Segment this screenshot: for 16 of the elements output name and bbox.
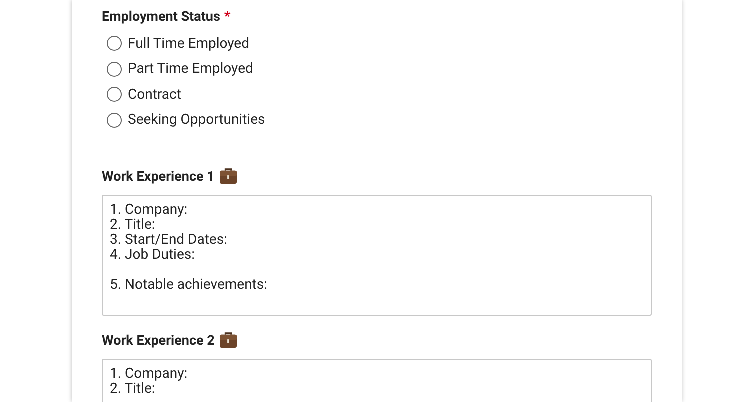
radio-button[interactable]: [107, 87, 122, 102]
briefcase-icon: [218, 168, 238, 185]
field-label: Work Experience 1: [102, 168, 215, 184]
radio-button[interactable]: [107, 62, 122, 76]
briefcase-icon: [218, 332, 238, 349]
radio-button[interactable]: [107, 112, 122, 128]
field-label: Employment Status: [102, 9, 220, 25]
answer-box[interactable]: 1. Company: 2. Title: 3. Start/End Dates: 4. Job Duties: 5. Notable achievements:: [102, 194, 652, 316]
radio-label[interactable]: Seeking Opportunities: [128, 112, 266, 128]
radio-label[interactable]: Full Time Employed: [128, 36, 250, 52]
field-label: Work Experience 2: [102, 332, 215, 348]
required-asterisk: *: [224, 9, 231, 25]
radio-label[interactable]: Part Time Employed: [128, 61, 254, 77]
radio-label[interactable]: Contract: [128, 86, 182, 102]
radio-button[interactable]: [107, 36, 122, 51]
answer-box[interactable]: 1. Company: 2. Title:: [102, 358, 652, 402]
